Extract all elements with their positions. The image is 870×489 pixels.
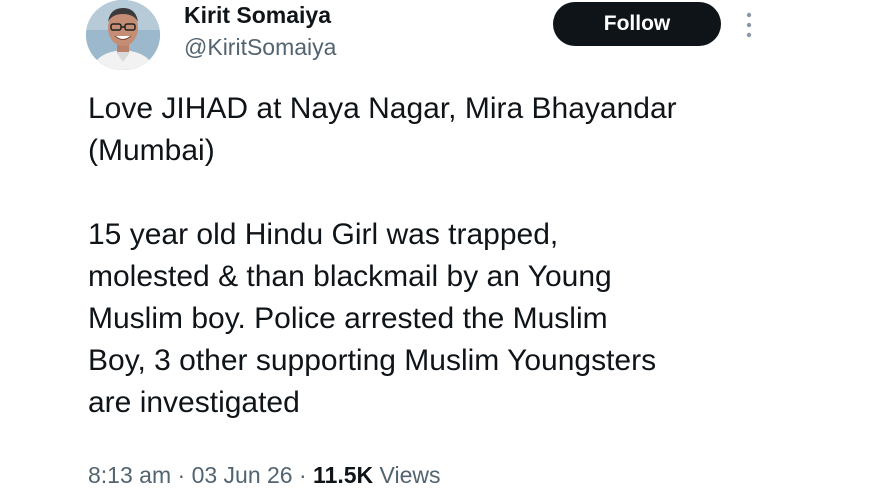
views-count: 11.5K (313, 462, 374, 488)
tweet-time[interactable]: 8:13 am (88, 462, 171, 488)
tweet-line: Muslim boy. Police arrested the Muslim (88, 302, 608, 335)
tweet-line: 15 year old Hindu Girl was trapped, (88, 218, 559, 251)
profile-photo-icon (86, 0, 160, 70)
tweet-date[interactable]: 03 Jun 26 (192, 462, 293, 488)
vertical-ellipsis-icon[interactable] (742, 10, 756, 40)
author-name[interactable]: Kirit Somaiya (184, 1, 331, 29)
tweet-card: Kirit Somaiya @KiritSomaiya Follow Love … (0, 0, 870, 489)
tweet-line: are investigated (88, 386, 300, 419)
views-label: Views (379, 462, 441, 488)
tweet-meta: 8:13 am · 03 Jun 26 · 11.5K Views (88, 460, 440, 489)
tweet-line: Love JIHAD at Naya Nagar, Mira Bhayandar (88, 92, 677, 125)
follow-button[interactable]: Follow (553, 2, 721, 46)
tweet-line: (Mumbai) (88, 134, 215, 167)
tweet-text: Love JIHAD at Naya Nagar, Mira Bhayandar… (88, 88, 828, 424)
author-handle[interactable]: @KiritSomaiya (184, 33, 336, 61)
tweet-line: Boy, 3 other supporting Muslim Youngster… (88, 344, 657, 377)
avatar[interactable] (86, 0, 160, 70)
tweet-line: molested & than blackmail by an Young (88, 260, 612, 293)
meta-separator: · (177, 462, 186, 488)
meta-separator: · (298, 462, 307, 488)
